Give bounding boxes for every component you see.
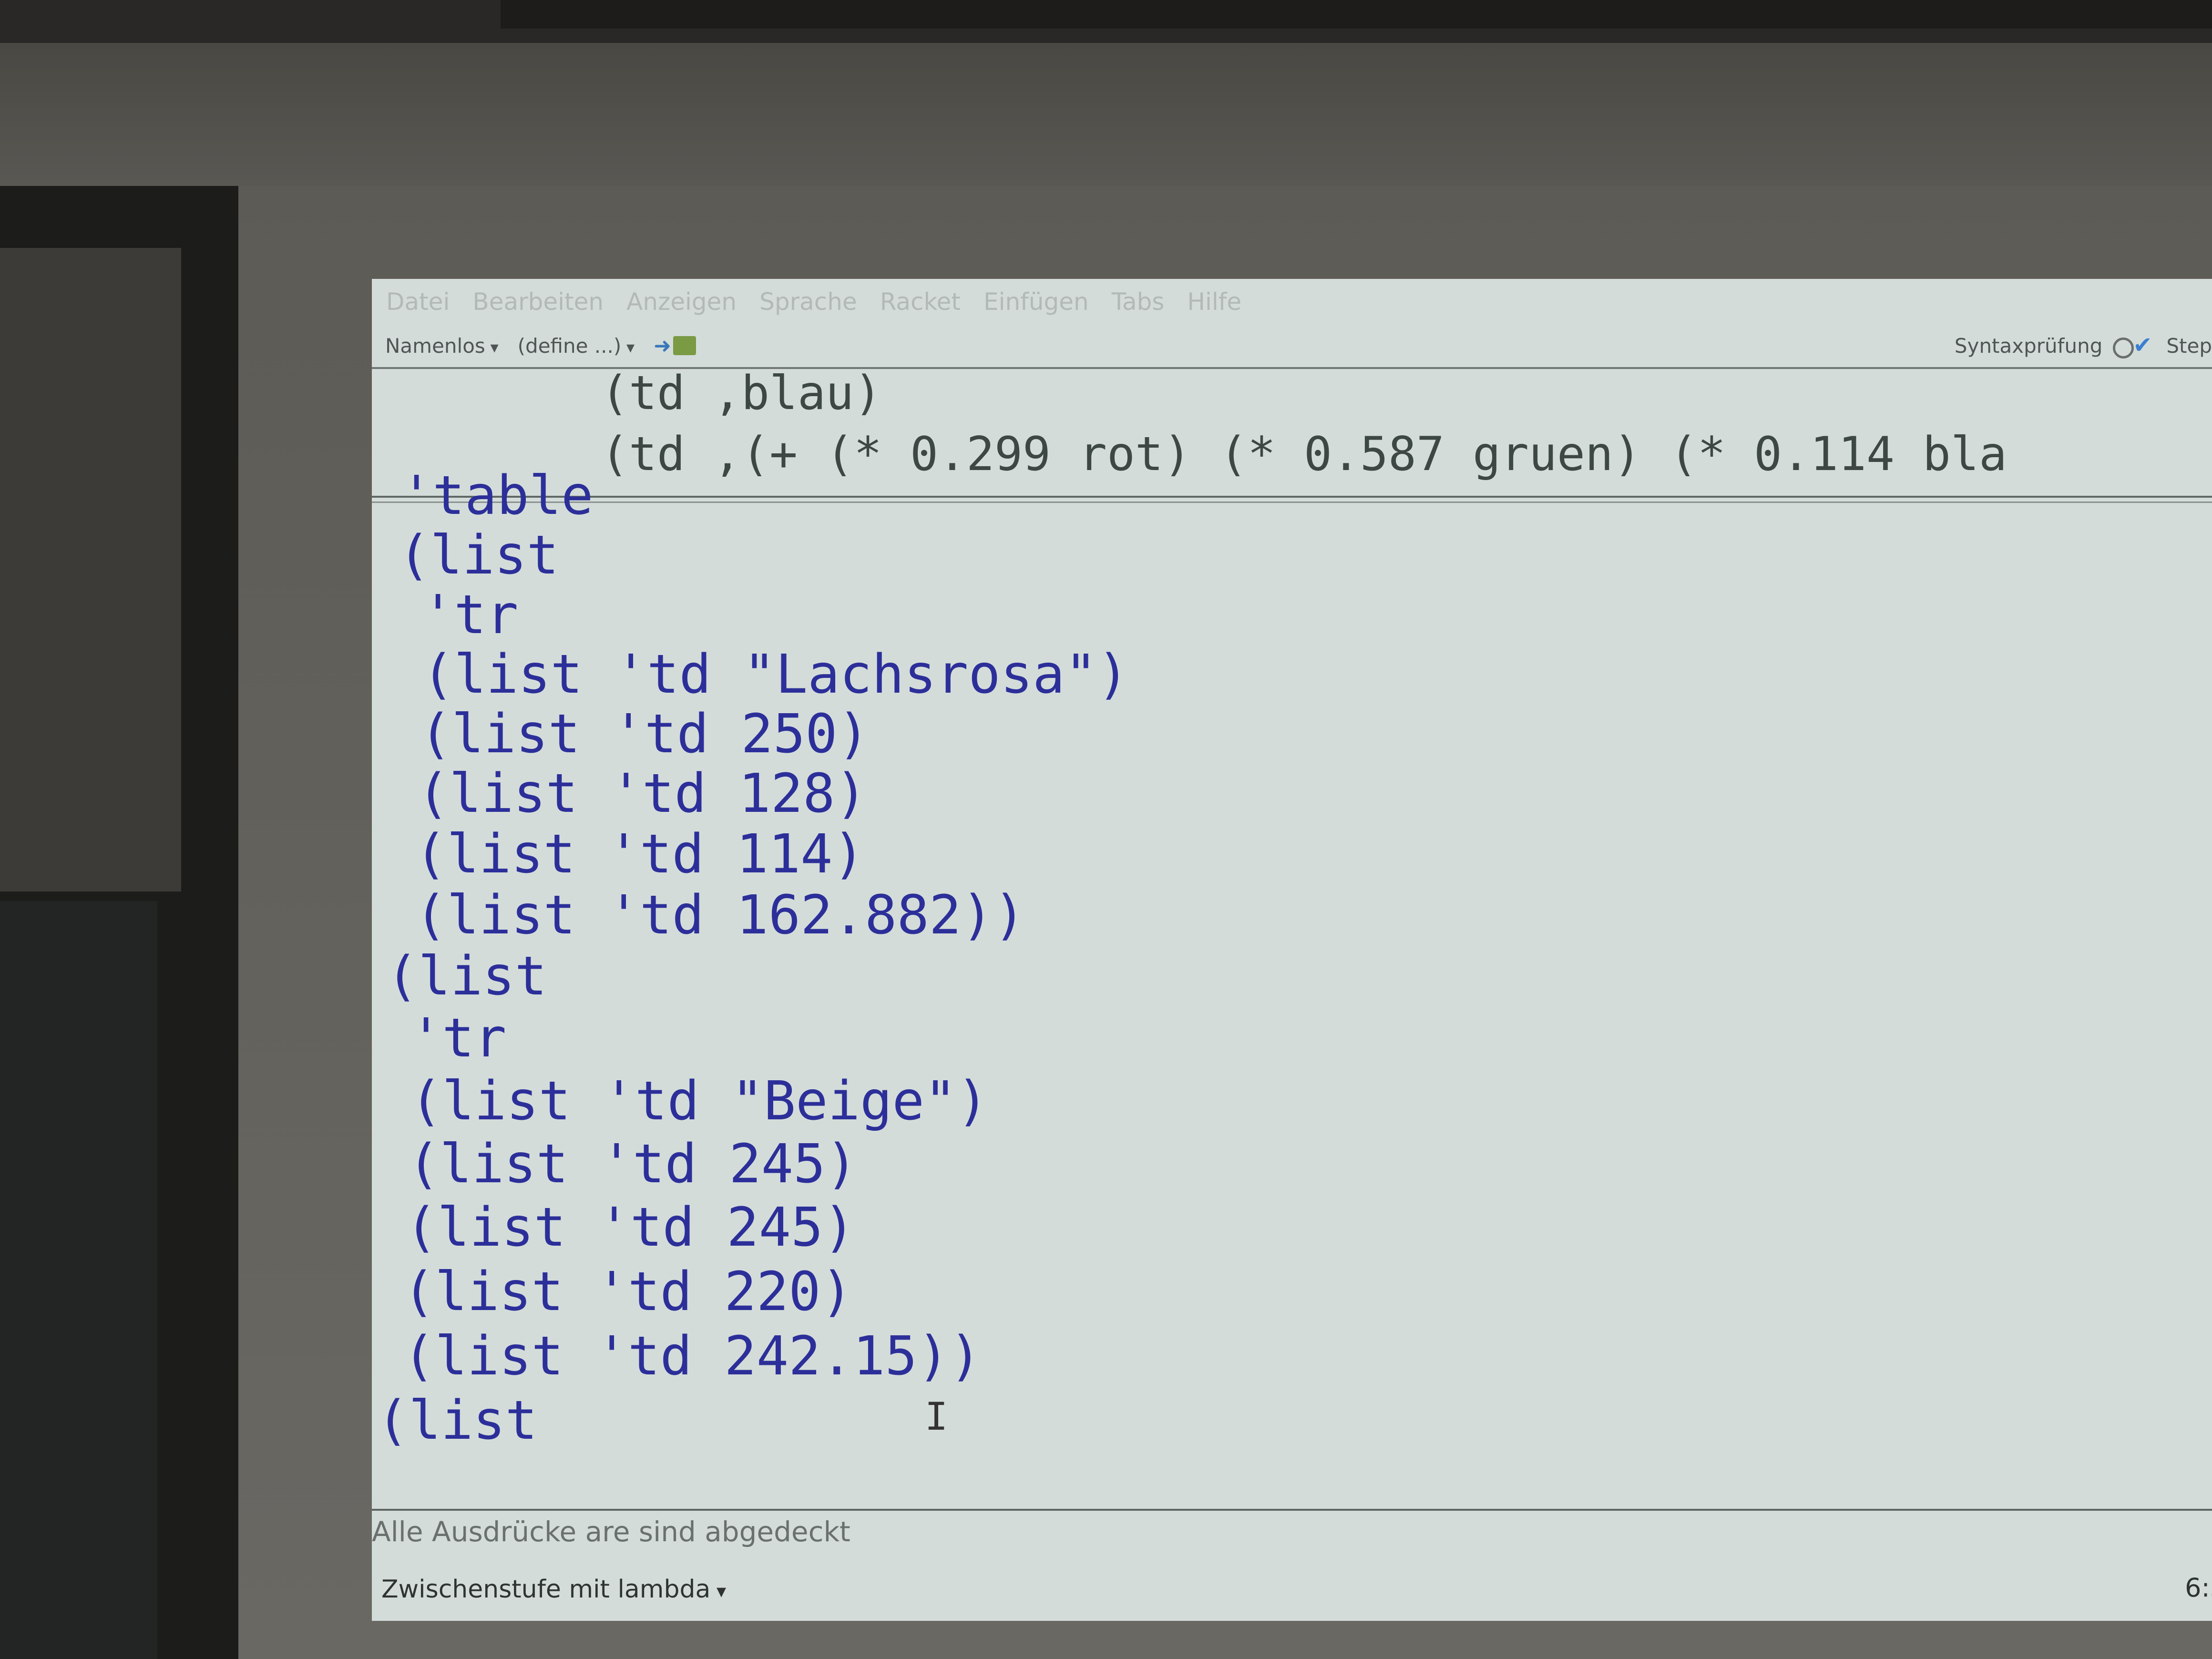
wall-panel <box>0 248 181 891</box>
wall <box>0 43 2212 186</box>
define-menu[interactable]: (define ...) <box>518 334 635 358</box>
blackboard <box>0 901 157 1659</box>
output-line: (list 'td 114) <box>415 823 865 885</box>
menu-anzeigen[interactable]: Anzeigen <box>626 288 737 316</box>
menu-hilfe[interactable]: Hilfe <box>1187 288 1241 316</box>
pane-divider[interactable] <box>372 496 2212 503</box>
interactions-pane[interactable]: 'table (list 'tr (list 'td "Lachsrosa") … <box>372 465 2212 1504</box>
menu-sprache[interactable]: Sprache <box>759 288 857 316</box>
language-selector[interactable]: Zwischenstufe mit lambda <box>381 1575 726 1604</box>
menu-einfuegen[interactable]: Einfügen <box>983 288 1089 316</box>
status-bar: Alle Ausdrücke are sind abgedeckt Zwisch… <box>372 1509 2212 1621</box>
output-line: (list <box>377 1390 538 1452</box>
output-line: (list 'td "Beige") <box>410 1070 989 1132</box>
output-line: 'tr <box>410 1007 507 1069</box>
menu-tabs[interactable]: Tabs <box>1112 288 1165 316</box>
syntax-check-icon[interactable] <box>2113 332 2156 358</box>
output-line: 'tr <box>422 584 519 646</box>
file-name-menu[interactable]: Namenlos <box>385 334 499 358</box>
menu-datei[interactable]: Datei <box>386 288 450 316</box>
toolbar: Namenlos (define ...) ➜ Syntaxprüfung St… <box>372 324 2212 367</box>
code-line: (td ,blau) <box>601 366 882 420</box>
output-line: (list 'td 162.882)) <box>415 884 1026 946</box>
output-line: (list 'td "Lachsrosa") <box>422 644 1129 706</box>
output-line: 'table <box>400 465 594 527</box>
ceiling-beam <box>0 0 2212 43</box>
output-line: (list 'td 220) <box>403 1261 853 1323</box>
output-line: (list <box>386 945 547 1007</box>
text-cursor-icon: I <box>925 1394 948 1439</box>
coverage-message: Alle Ausdrücke are sind abgedeckt <box>372 1516 850 1548</box>
output-line: (list 'td 128) <box>417 763 868 825</box>
output-line: (list 'td 245) <box>408 1133 858 1195</box>
output-line: (list 'td 250) <box>420 703 870 765</box>
projector-housing <box>501 0 2212 29</box>
output-line: (list <box>398 524 559 586</box>
left-wall <box>0 186 238 1659</box>
toolbar-right: Syntaxprüfung Step <box>1955 324 2212 367</box>
output-line: (list 'td 242.15)) <box>403 1325 982 1387</box>
output-line: (list 'td 245) <box>405 1197 856 1259</box>
menu-bearbeiten[interactable]: Bearbeiten <box>472 288 604 316</box>
menu-racket[interactable]: Racket <box>880 288 961 316</box>
definitions-pane[interactable]: (td ,blau) (td ,(+ (* 0.299 rot) (* 0.58… <box>372 366 2212 498</box>
menu-bar: Datei Bearbeiten Anzeigen Sprache Racket… <box>372 279 2212 324</box>
drracket-window: Datei Bearbeiten Anzeigen Sprache Racket… <box>372 279 2212 1621</box>
step-button[interactable]: Step <box>2166 334 2212 358</box>
syntax-check-button[interactable]: Syntaxprüfung <box>1955 334 2102 358</box>
save-icon[interactable]: ➜ <box>654 334 696 358</box>
code-line: (td ,(+ (* 0.299 rot) (* 0.587 gruen) (*… <box>601 427 2007 481</box>
cursor-position: 6:5 <box>2185 1573 2212 1603</box>
